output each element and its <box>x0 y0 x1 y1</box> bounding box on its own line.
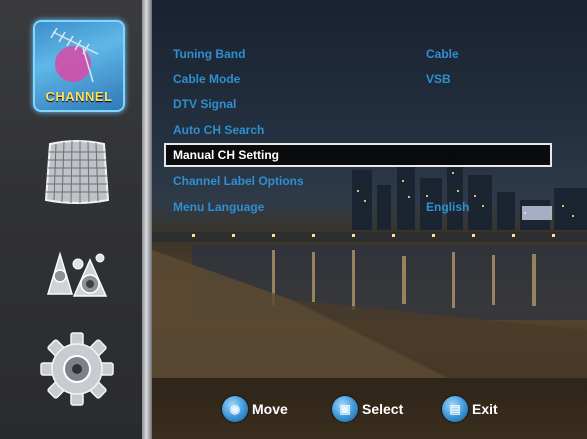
menu-item-channel-label-options[interactable]: Channel Label Options <box>164 170 552 194</box>
menu-item-tuning-band[interactable]: Tuning Band Cable <box>164 43 552 67</box>
menu-item-label: Tuning Band <box>173 47 246 61</box>
menu-item-label: Cable Mode <box>173 72 241 86</box>
speaker-icon <box>46 251 108 297</box>
menu-item-label: Auto CH Search <box>173 123 265 137</box>
picture-grid-icon <box>44 140 110 204</box>
gear-icon <box>40 332 114 406</box>
menu-item-dtv-signal[interactable]: DTV Signal <box>164 93 552 117</box>
rail-divider <box>142 0 152 439</box>
hint-select[interactable]: ▣ Select <box>332 396 403 422</box>
category-rail: CHANNEL <box>0 0 146 439</box>
select-icon: ▣ <box>332 396 358 422</box>
antenna-icon <box>50 27 99 83</box>
channel-label: CHANNEL <box>45 89 113 104</box>
hint-exit[interactable]: ▤ Exit <box>442 396 498 422</box>
hint-move-label: Move <box>252 401 288 417</box>
menu-item-auto-ch-search[interactable]: Auto CH Search <box>164 119 552 143</box>
exit-icon: ▤ <box>442 396 468 422</box>
menu-item-value: VSB <box>426 72 451 86</box>
menu-item-label: Manual CH Setting <box>173 148 280 162</box>
rail-item-setup[interactable] <box>34 326 120 412</box>
tv-menu-screen: CHANNEL Tuning Band Cable Cable Mode VSB… <box>0 0 587 439</box>
menu-item-label: DTV Signal <box>173 97 237 111</box>
rail-item-audio[interactable] <box>34 234 120 320</box>
menu-item-label: Channel Label Options <box>173 174 304 188</box>
move-icon: ◉ <box>222 396 248 422</box>
menu-item-cable-mode[interactable]: Cable Mode VSB <box>164 68 552 92</box>
rail-item-picture[interactable] <box>34 130 120 216</box>
menu-item-value: Cable <box>426 47 459 61</box>
menu-item-value: English <box>426 200 470 214</box>
menu-item-label: Menu Language <box>173 200 265 214</box>
menu-item-menu-language[interactable]: Menu Language English <box>164 196 552 220</box>
hint-select-label: Select <box>362 401 404 417</box>
hint-move[interactable]: ◉ Move <box>222 396 288 422</box>
menu-item-manual-ch-setting[interactable]: Manual CH Setting <box>164 143 552 167</box>
hint-exit-label: Exit <box>472 401 498 417</box>
rail-item-channel[interactable]: CHANNEL <box>33 20 125 112</box>
